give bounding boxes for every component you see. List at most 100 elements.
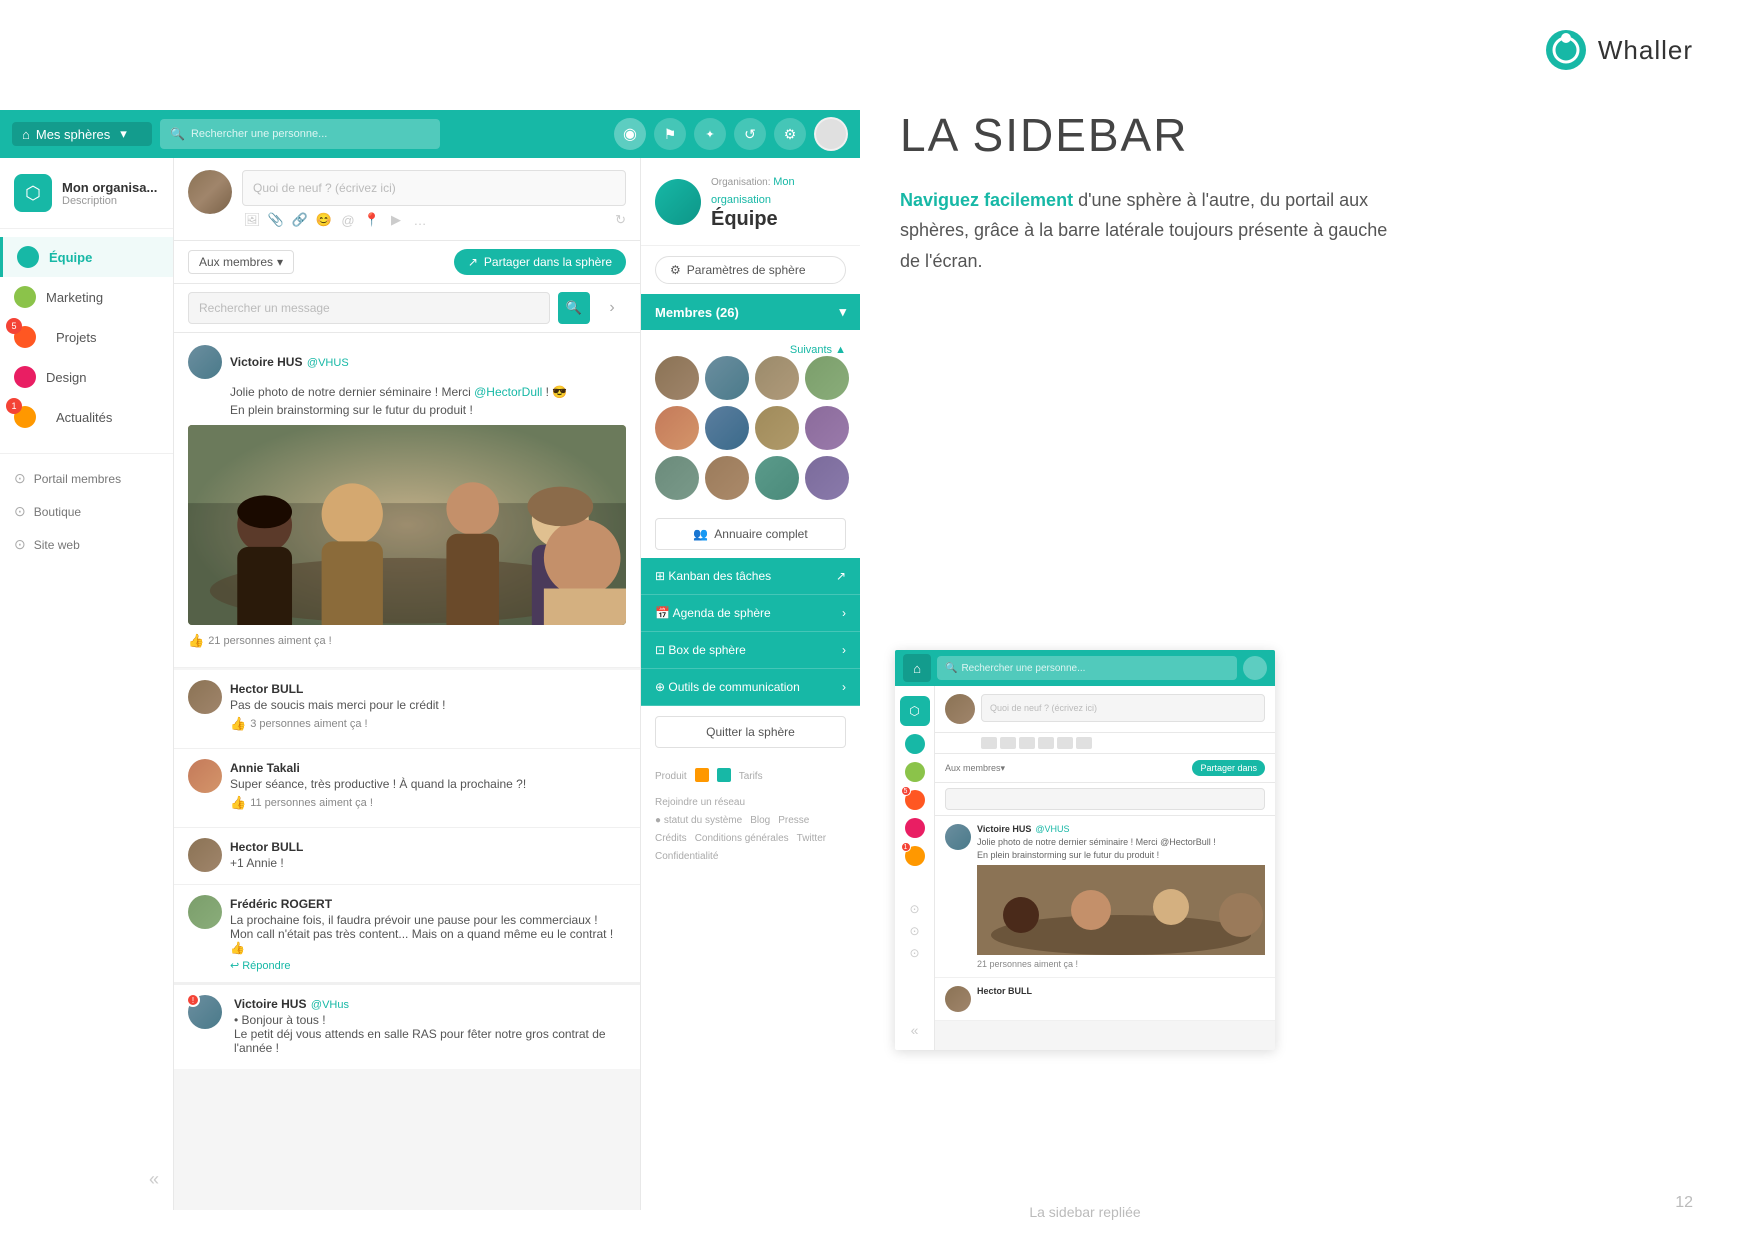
sidebar-link-portail[interactable]: ⊙ Portail membres (0, 462, 173, 495)
annie-author: Annie Takali (230, 761, 300, 775)
like-3-icon: 👍 (230, 795, 246, 811)
small-search[interactable]: 🔍 Rechercher une personne... (937, 656, 1237, 680)
nav-add-sphere-button[interactable]: ✦ (694, 118, 726, 150)
small-tool-1[interactable] (981, 737, 997, 749)
nav-flag-button[interactable]: ⚑ (654, 118, 686, 150)
members-section-header[interactable]: Membres (26) ▾ (641, 294, 860, 330)
footer-produit[interactable]: Produit (655, 768, 687, 786)
member-avatar-3 (755, 356, 799, 400)
footer-cg[interactable]: Conditions générales (695, 830, 789, 848)
footer-tarifs[interactable]: Tarifs (739, 768, 763, 786)
sidebar-link-boutique[interactable]: ⊙ Boutique (0, 495, 173, 528)
tool-link-icon[interactable]: 🔗 (290, 212, 310, 228)
nav-sphere-button[interactable]: ◉ (614, 118, 646, 150)
sidebar-item-marketing[interactable]: Marketing (0, 277, 173, 317)
tool-video-icon[interactable]: ▶ (386, 212, 406, 228)
feed: Victoire HUS @VHUS Jolie photo de notre … (174, 333, 640, 1210)
sidebar-collapse-area: « (0, 1169, 173, 1190)
small-actualites-dot[interactable]: 1 (905, 846, 925, 866)
sidebar-heading: LA SIDEBAR (900, 110, 1400, 161)
victoire-author: Victoire HUS (230, 355, 302, 369)
post-text-input[interactable]: Quoi de neuf ? (écrivez ici) (242, 170, 626, 206)
notification-text: • Bonjour à tous ! Le petit déj vous att… (234, 1013, 626, 1055)
feed-post-3: Annie Takali Super séance, très producti… (174, 749, 640, 828)
nav-search-input[interactable]: 🔍 Rechercher une personne... (160, 119, 440, 149)
agenda-action[interactable]: 📅 Agenda de sphère › (641, 595, 860, 632)
quitter-button[interactable]: Quitter la sphère (655, 716, 846, 748)
small-tool-2[interactable] (1000, 737, 1016, 749)
nav-settings-button[interactable]: ⚙ (774, 118, 806, 150)
nav-refresh-button[interactable]: ↺ (734, 118, 766, 150)
search-messages-button[interactable]: 🔍 (558, 292, 590, 324)
sphere-params-button[interactable]: ⚙ Paramètres de sphère (655, 256, 846, 284)
small-sphere-btn[interactable] (1243, 656, 1267, 680)
box-action[interactable]: ⊡ Box de sphère › (641, 632, 860, 669)
small-collapse-icon[interactable]: « (911, 1022, 919, 1038)
small-design-dot[interactable] (905, 818, 925, 838)
post-refresh-icon[interactable]: ↻ (615, 212, 626, 228)
tool-emoji-icon[interactable]: 😊 (314, 212, 334, 228)
post-user-avatar (188, 170, 232, 214)
kanban-action[interactable]: ⊞ Kanban des tâches ↗ (641, 558, 860, 595)
suivants-label[interactable]: Suivants ▲ (655, 344, 846, 356)
post-1-header: Victoire HUS @VHUS (188, 345, 626, 379)
tool-file-icon[interactable]: 📎 (266, 212, 286, 228)
sidebar-link-siteweb[interactable]: ⊙ Site web (0, 528, 173, 561)
agenda-icon: 📅 (655, 606, 673, 620)
search-placeholder: Rechercher un message (199, 301, 330, 315)
small-org-icon[interactable]: ⬡ (900, 696, 930, 726)
box-label: Box de sphère (668, 643, 745, 657)
small-sidebar: ⬡ 5 1 ⊙ ⊙ ⊙ « (895, 686, 935, 1050)
footer-blog[interactable]: Blog (750, 812, 770, 830)
outils-chevron: › (842, 680, 846, 694)
small-tool-5[interactable] (1057, 737, 1073, 749)
share-label: Partager dans la sphère (484, 255, 612, 269)
footer-rejoindre[interactable]: Rejoindre un réseau (655, 794, 745, 812)
small-hector-name: Hector BULL (977, 986, 1032, 996)
reply-link[interactable]: ↩ Répondre (230, 959, 626, 972)
small-equipe-dot[interactable] (905, 734, 925, 754)
small-boutique-icon[interactable]: ⊙ (909, 924, 919, 938)
search-messages-input[interactable]: Rechercher un message (188, 292, 550, 324)
search-expand-button[interactable]: › (598, 294, 626, 322)
small-share-button[interactable]: Partager dans (1192, 760, 1265, 776)
collapse-button[interactable]: « (149, 1169, 159, 1190)
actualites-label: Actualités (56, 410, 112, 425)
annuaire-button[interactable]: 👥 Annuaire complet (655, 518, 846, 550)
outils-action[interactable]: ⊕ Outils de communication › (641, 669, 860, 706)
small-home-btn[interactable]: ⌂ (903, 654, 931, 682)
audience-selector[interactable]: Aux membres ▾ (188, 250, 294, 274)
org-icon: ⬡ (14, 174, 52, 212)
audience-label: Aux membres (199, 255, 273, 269)
small-tool-4[interactable] (1038, 737, 1054, 749)
small-tool-3[interactable] (1019, 737, 1035, 749)
small-marketing-dot[interactable] (905, 762, 925, 782)
small-tool-6[interactable] (1076, 737, 1092, 749)
small-search-input[interactable] (945, 788, 1265, 810)
tool-more-icon[interactable]: … (410, 212, 430, 228)
siteweb-icon: ⊙ (14, 536, 26, 553)
sidebar-item-actualites[interactable]: 1 Actualités (0, 397, 173, 437)
share-sphere-button[interactable]: ↗ Partager dans la sphère (454, 249, 626, 275)
member-avatar-6 (705, 406, 749, 450)
footer-statut[interactable]: ● statut du système (655, 812, 742, 830)
tool-location-icon[interactable]: 📍 (362, 212, 382, 228)
sidebar-item-equipe[interactable]: Équipe (0, 237, 173, 277)
footer-presse[interactable]: Presse (778, 812, 809, 830)
small-post-input[interactable]: Quoi de neuf ? (écrivez ici) (981, 694, 1265, 722)
members-count: (26) (716, 305, 739, 320)
sidebar-item-design[interactable]: Design (0, 357, 173, 397)
kanban-external-icon: ↗ (836, 569, 846, 583)
small-projets-dot[interactable]: 5 (905, 790, 925, 810)
footer-confidentialite[interactable]: Confidentialité (655, 848, 718, 866)
sidebar-item-projets[interactable]: 5 Projets (0, 317, 173, 357)
tool-image-icon[interactable]: 🖼 (242, 212, 262, 228)
footer-credits[interactable]: Crédits (655, 830, 687, 848)
small-portail-icon[interactable]: ⊙ (909, 902, 919, 916)
small-siteweb-icon[interactable]: ⊙ (909, 946, 919, 960)
nav-user-avatar[interactable] (814, 117, 848, 151)
footer-twitter[interactable]: Twitter (797, 830, 826, 848)
home-nav-button[interactable]: ⌂ Mes sphères ▾ (12, 122, 152, 146)
small-layout: ⬡ 5 1 ⊙ ⊙ ⊙ « Quoi de neuf ? ( (895, 686, 1275, 1050)
tool-at-icon[interactable]: @ (338, 212, 358, 228)
